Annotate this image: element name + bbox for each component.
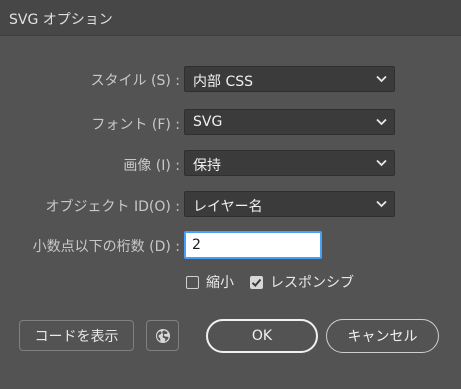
object-ids-dropdown-value: レイヤー名 bbox=[193, 199, 263, 215]
font-dropdown[interactable]: SVG bbox=[184, 109, 395, 135]
images-label: 画像 (I) : bbox=[123, 158, 180, 174]
decimal-places-input[interactable] bbox=[184, 231, 322, 259]
styles-dropdown-value: 内部 CSS bbox=[193, 74, 253, 90]
images-dropdown[interactable]: 保持 bbox=[184, 150, 395, 176]
styles-dropdown[interactable]: 内部 CSS bbox=[184, 66, 395, 92]
font-dropdown-value: SVG bbox=[193, 114, 223, 130]
cancel-button[interactable]: キャンセル bbox=[326, 319, 439, 353]
decimal-places-label: 小数点以下の桁数 (D) : bbox=[32, 239, 180, 255]
images-dropdown-value: 保持 bbox=[193, 158, 221, 174]
dialog-title: SVG オプション bbox=[9, 12, 113, 28]
chevron-down-icon bbox=[376, 159, 387, 167]
responsive-label: レスポンシブ bbox=[270, 275, 354, 291]
globe-icon bbox=[155, 328, 170, 343]
object-ids-label: オブジェクト ID(O) : bbox=[45, 199, 180, 215]
responsive-checkbox[interactable] bbox=[250, 275, 263, 289]
chevron-down-icon bbox=[376, 118, 387, 126]
font-label: フォント (F) : bbox=[91, 117, 180, 133]
responsive-checkbox-row[interactable]: レスポンシブ bbox=[250, 273, 354, 291]
web-preview-button[interactable] bbox=[146, 320, 179, 351]
chevron-down-icon bbox=[376, 75, 387, 83]
svg-options-dialog: SVG オプション スタイル (S) : 内部 CSS フォント (F) : S… bbox=[0, 0, 461, 389]
minify-checkbox[interactable] bbox=[186, 275, 199, 289]
minify-checkbox-row[interactable]: 縮小 bbox=[186, 273, 234, 291]
checkmark-icon bbox=[251, 278, 262, 287]
show-code-button[interactable]: コードを表示 bbox=[19, 320, 134, 351]
minify-label: 縮小 bbox=[206, 275, 234, 291]
title-bar: SVG オプション bbox=[0, 0, 461, 36]
styles-label: スタイル (S) : bbox=[90, 73, 180, 89]
object-ids-dropdown[interactable]: レイヤー名 bbox=[184, 191, 395, 217]
ok-button[interactable]: OK bbox=[206, 319, 318, 353]
chevron-down-icon bbox=[376, 200, 387, 208]
